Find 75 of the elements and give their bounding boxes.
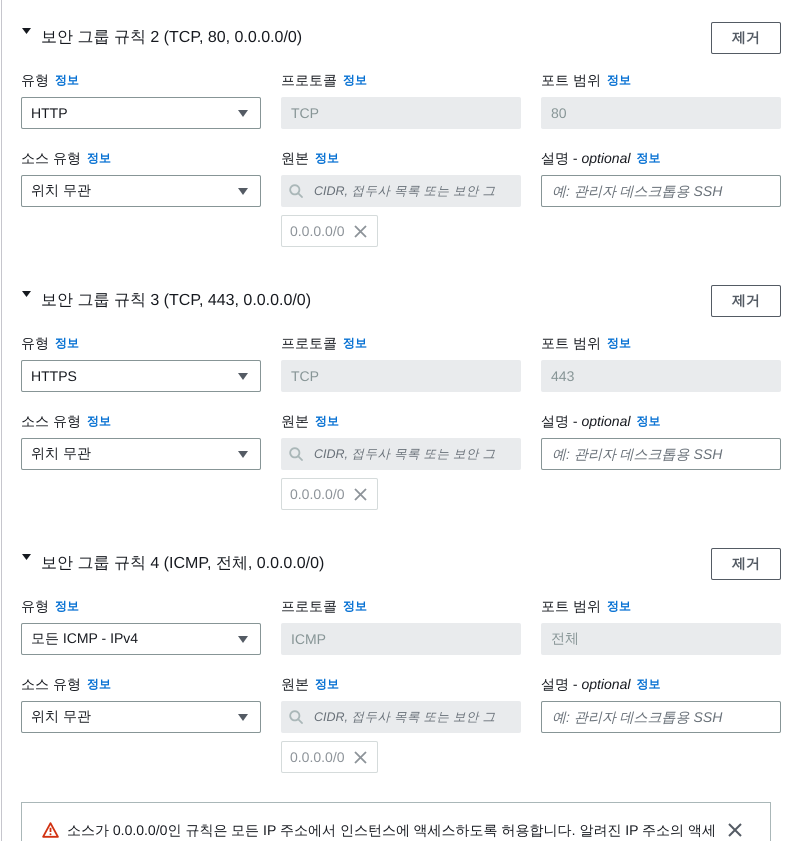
field-label: 포트 범위 xyxy=(541,597,601,616)
description-field[interactable]: 예: 관리자 데스크톱용 SSH xyxy=(541,175,781,207)
token-label: 0.0.0.0/0 xyxy=(290,486,344,502)
field-label: 소스 유형 xyxy=(21,149,81,168)
info-link[interactable]: 정보 xyxy=(343,70,367,90)
field-label: 프로토콜 xyxy=(281,597,337,616)
token-label: 0.0.0.0/0 xyxy=(290,223,344,239)
field-label: 유형 xyxy=(21,71,49,90)
info-link[interactable]: 정보 xyxy=(636,411,660,431)
field-label: 유형 xyxy=(21,597,49,616)
search-icon xyxy=(289,710,303,724)
field-label: 설명 - optional xyxy=(541,412,630,431)
search-icon xyxy=(289,447,303,461)
dropdown[interactable]: 위치 무관 xyxy=(21,701,261,733)
caret-down-icon xyxy=(238,188,248,194)
caret-down-icon xyxy=(238,110,248,116)
readonly-field: TCP xyxy=(281,97,521,129)
info-link[interactable]: 정보 xyxy=(343,596,367,616)
close-icon[interactable] xyxy=(354,224,366,238)
readonly-field: ICMP xyxy=(281,623,521,655)
description-field[interactable]: 예: 관리자 데스크톱용 SSH xyxy=(541,701,781,733)
field-label: 포트 범위 xyxy=(541,334,601,353)
alert-text: 소스가 0.0.0.0/0인 규칙은 모든 IP 주소에서 인스턴스에 액세스하도록 허용합니다. 알려진 IP 주소의 액세 xyxy=(67,821,718,840)
close-icon[interactable] xyxy=(354,750,366,764)
info-link[interactable]: 정보 xyxy=(55,333,79,353)
field-label: 소스 유형 xyxy=(21,675,81,694)
section-header[interactable]: 보안 그룹 규칙 2 (TCP, 80, 0.0.0.0/0) xyxy=(21,27,302,49)
info-link[interactable]: 정보 xyxy=(55,596,79,616)
field-label: 설명 - optional xyxy=(541,149,630,168)
remove-button[interactable]: 제거 xyxy=(711,548,781,580)
caret-down-icon[interactable] xyxy=(22,291,31,297)
info-link[interactable]: 정보 xyxy=(606,70,631,90)
info-link[interactable]: 정보 xyxy=(636,674,660,694)
readonly-field: TCP xyxy=(281,360,521,392)
dropdown[interactable]: HTTP xyxy=(21,97,261,129)
field-label: 원본 xyxy=(281,149,309,168)
description-field[interactable]: 예: 관리자 데스크톱용 SSH xyxy=(541,438,781,470)
info-link[interactable]: 정보 xyxy=(55,70,79,90)
warning-icon xyxy=(42,822,59,838)
caret-down-icon xyxy=(238,714,248,720)
info-link[interactable]: 정보 xyxy=(343,333,367,353)
info-link[interactable]: 정보 xyxy=(86,411,111,431)
info-link[interactable]: 정보 xyxy=(86,148,111,168)
readonly-field: 80 xyxy=(541,97,781,129)
section-header[interactable]: 보안 그룹 규칙 4 (ICMP, 전체, 0.0.0.0/0) xyxy=(21,553,324,575)
field-label: 원본 xyxy=(281,412,309,431)
field-label: 설명 - optional xyxy=(541,675,630,694)
dropdown[interactable]: HTTPS xyxy=(21,360,261,392)
remove-button[interactable]: 제거 xyxy=(711,22,781,54)
dropdown[interactable]: 위치 무관 xyxy=(21,175,261,207)
dropdown[interactable]: 모든 ICMP - IPv4 xyxy=(21,623,261,655)
field-label: 유형 xyxy=(21,334,49,353)
field-label: 프로토콜 xyxy=(281,334,337,353)
caret-down-icon[interactable] xyxy=(22,554,31,560)
field-label: 프로토콜 xyxy=(281,71,337,90)
search-icon xyxy=(289,184,303,198)
field-label: 소스 유형 xyxy=(21,412,81,431)
caret-down-icon xyxy=(238,450,248,458)
readonly-field: 443 xyxy=(541,360,781,392)
remove-button[interactable]: 제거 xyxy=(711,285,781,317)
caret-down-icon xyxy=(238,372,248,380)
info-link[interactable]: 정보 xyxy=(86,674,111,694)
close-icon[interactable] xyxy=(728,823,742,837)
token-label: 0.0.0.0/0 xyxy=(290,749,344,765)
info-link[interactable]: 정보 xyxy=(606,333,631,353)
readonly-field: 전체 xyxy=(541,623,781,655)
field-label: 원본 xyxy=(281,675,309,694)
section-header[interactable]: 보안 그룹 규칙 3 (TCP, 443, 0.0.0.0/0) xyxy=(21,290,312,312)
info-link[interactable]: 정보 xyxy=(606,596,631,616)
close-icon[interactable] xyxy=(354,488,366,500)
caret-down-icon[interactable] xyxy=(22,28,31,34)
dropdown[interactable]: 위치 무관 xyxy=(21,438,261,470)
caret-down-icon xyxy=(238,636,248,642)
info-link[interactable]: 정보 xyxy=(636,148,660,168)
field-label: 포트 범위 xyxy=(541,71,601,90)
